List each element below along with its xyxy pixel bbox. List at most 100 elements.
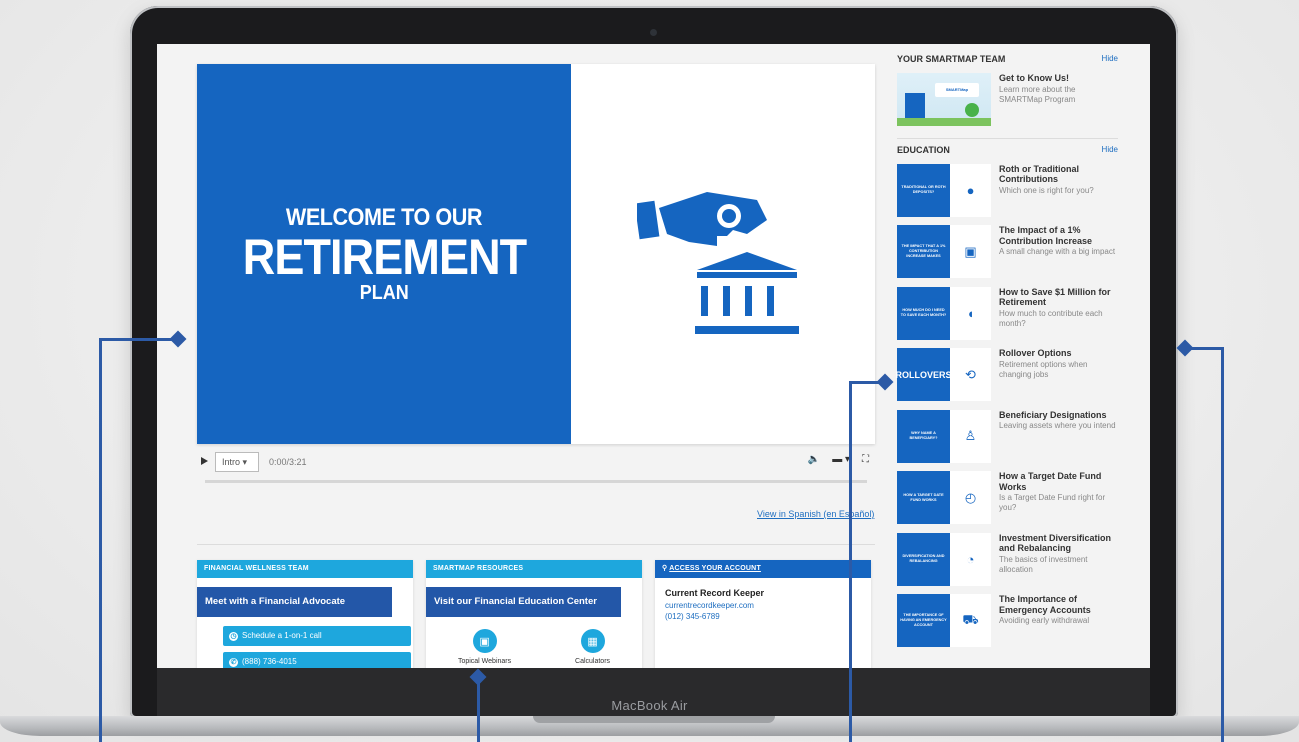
money-truck-icon: ⛟ [950,594,991,647]
resources-card: SMARTMAP RESOURCES Visit our Financial E… [426,560,642,668]
pie-chart-scale-icon: ◔ [950,532,991,586]
topical-webinars-label: Topical Webinars [457,658,512,665]
resources-header: SMARTMAP RESOURCES [426,560,642,578]
education-item[interactable]: DIVERSIFICATION AND REBALANCING ◔ Investme… [897,528,1118,590]
sidebar: YOUR SMARTMAP TEAM Hide SMARTMap Get to … [887,44,1150,668]
progress-bar[interactable] [205,480,867,483]
chapter-label: Intro [222,457,241,467]
education-hide-link[interactable]: Hide [1102,145,1118,159]
account-card: ⚲ ACCESS YOUR ACCOUNT Current Record Kee… [655,560,871,668]
education-item-title: Rollover Options [999,348,1072,358]
topical-webinars-link[interactable]: ▣ Topical Webinars [458,629,511,665]
education-item[interactable]: HOW A TARGET DATE FUND WORKS ◴ How a Targe… [897,466,1118,528]
wellness-header: FINANCIAL WELLNESS TEAM [197,560,413,578]
record-keeper-phone: (012) 345-6789 [665,612,720,621]
account-header-label: ACCESS YOUR ACCOUNT [669,565,761,572]
chapter-select[interactable]: Intro ▾ [215,452,259,472]
schedule-call-button[interactable]: ◷ Schedule a 1-on-1 call [223,626,411,646]
callout-line [477,678,480,742]
team-sign: SMARTMap [935,83,979,97]
education-thumbnail: WHY NAME A BENEFICIARY? ♙ [897,409,991,463]
education-thumbnail: THE IMPORTANCE OF HAVING AN EMERGENCY AC… [897,594,991,647]
education-item-desc: The basics of investment allocation [999,554,1088,574]
play-button[interactable] [201,457,208,465]
education-item-text: Rollover Options Retirement options when … [999,348,1118,405]
education-item-text: How to Save $1 Million for Retirement How… [999,287,1118,344]
clock-icon: ◷ [229,631,238,641]
sidebar-divider [897,137,1118,139]
volume-icon[interactable]: 🔈 [808,454,820,465]
player-controls-right: 🔈 ▬ ▾ ⛶ [808,454,869,465]
section-divider [197,544,875,545]
education-item[interactable]: THE IMPORTANCE OF HAVING AN EMERGENCY AC… [897,589,1118,651]
education-thumbnail: TRADITIONAL OR ROTH DEPOSITS? ● [897,163,991,217]
education-thumbnail: DIVERSIFICATION AND REBALANCING ◔ [897,532,991,586]
spanish-link[interactable]: View in Spanish (en Español) [757,509,874,519]
fullscreen-icon[interactable]: ⛶ [862,454,869,465]
thumbnail-title: HOW MUCH DO I NEED TO SAVE EACH MONTH? [897,286,950,340]
thumbnail-title: DIVERSIFICATION AND REBALANCING [897,532,950,586]
video-title-line2: RETIREMENT [242,228,526,285]
team-item-title: Get to Know Us! [999,73,1069,83]
education-item-desc: Which one is right for you? [999,185,1094,195]
education-center-button[interactable]: Visit our Financial Education Center [426,587,621,617]
thumbnail-title: HOW A TARGET DATE FUND WORKS [897,471,950,524]
education-item[interactable]: TRADITIONAL OR ROTH DEPOSITS? ● Roth or Tr… [897,159,1118,221]
team-section: YOUR SMARTMAP TEAM Hide SMARTMap Get to … [897,44,1118,139]
team-hide-link[interactable]: Hide [1102,54,1118,68]
phone-button[interactable]: ✆ (888) 736-4015 [223,652,411,668]
education-item-desc: A small change with a big impact [999,247,1116,256]
phone-label: (888) 736-4015 [242,657,297,666]
piggy-bank-icon: ◖ [950,286,991,340]
education-item-title: The Importance of Emergency Accounts [999,594,1091,615]
education-item-text: How a Target Date Fund Works Is a Target … [999,471,1118,528]
education-thumbnail: THE IMPACT THAT A 1% CONTRIBUTION INCREA… [897,225,991,278]
education-thumbnail: HOW A TARGET DATE FUND WORKS ◴ [897,471,991,524]
thumbnail-title: ROLLOVERS [896,348,952,401]
education-item[interactable]: THE IMPACT THAT A 1% CONTRIBUTION INCREA… [897,220,1118,282]
education-item-text: Roth or Traditional Contributions Which o… [999,164,1118,221]
education-header: EDUCATION Hide [897,145,1118,159]
device-label: MacBook Air [611,698,688,713]
meet-advocate-button[interactable]: Meet with a Financial Advocate [197,587,392,617]
thumbnail-title: THE IMPORTANCE OF HAVING AN EMERGENCY AC… [897,594,950,647]
education-item-title: The Impact of a 1% Contribution Increase [999,225,1093,246]
building-icon [905,93,925,119]
wellness-card: FINANCIAL WELLNESS TEAM Meet with a Fina… [197,560,413,668]
education-item[interactable]: ROLLOVERS ⟲ Rollover Options Retirement opt… [896,343,1118,405]
education-item-text: Investment Diversification and Rebalanci… [999,533,1118,590]
education-item-text: The Importance of Emergency Accounts Avoi… [999,594,1118,651]
rollover-arrows-icon: ⟲ [950,348,991,401]
education-item-desc: Avoiding early withdrawal [999,616,1090,625]
education-item[interactable]: WHY NAME A BENEFICIARY? ♙ Beneficiary Desi… [897,405,1118,467]
account-header[interactable]: ⚲ ACCESS YOUR ACCOUNT [655,560,871,578]
education-list: TRADITIONAL OR ROTH DEPOSITS? ● Roth or Tr… [896,159,1118,651]
record-keeper-name: Current Record Keeper [665,588,765,598]
video-player[interactable]: WELCOME TO OUR RETIREMENT PLAN [197,64,875,444]
education-item-title: How to Save $1 Million for Retirement [999,286,1111,308]
clock-icon: ◴ [950,471,991,524]
schedule-call-label: Schedule a 1-on-1 call [242,631,322,640]
callout-line [99,341,102,742]
captions-icon[interactable]: ▬ ▾ [832,454,850,465]
calculator-icon: ▦ [580,629,605,653]
education-section: EDUCATION Hide TRADITIONAL OR ROTH DEPOS… [896,145,1118,651]
thumbnail-title: THE IMPACT THAT A 1% CONTRIBUTION INCREA… [897,225,950,278]
education-item-title: Investment Diversification and Rebalanci… [999,532,1112,554]
education-item-desc: How much to contribute each month? [999,308,1103,328]
callout-line [849,383,852,742]
education-item[interactable]: HOW MUCH DO I NEED TO SAVE EACH MONTH? ◖ H… [897,282,1118,344]
grass-graphic [897,118,991,126]
record-keeper-url[interactable]: currentrecordkeeper.com [665,600,861,611]
education-thumbnail: ROLLOVERS ⟲ [896,348,991,401]
team-thumbnail: SMARTMap [897,73,991,126]
calculators-label: Calculators [575,658,611,665]
video-graphic-panel [571,64,875,444]
video-title-line3: PLAN [359,281,409,304]
education-item-title: Roth or Traditional Contributions [999,163,1079,185]
education-item-title: How a Target Date Fund Works [999,471,1102,492]
team-header: YOUR SMARTMAP TEAM Hide [897,54,1118,68]
calculators-link[interactable]: ▦ Calculators [575,629,610,665]
team-item[interactable]: SMARTMap Get to Know Us! Learn more abou… [897,68,1118,130]
video-title-line1: WELCOME TO OUR [285,203,483,231]
